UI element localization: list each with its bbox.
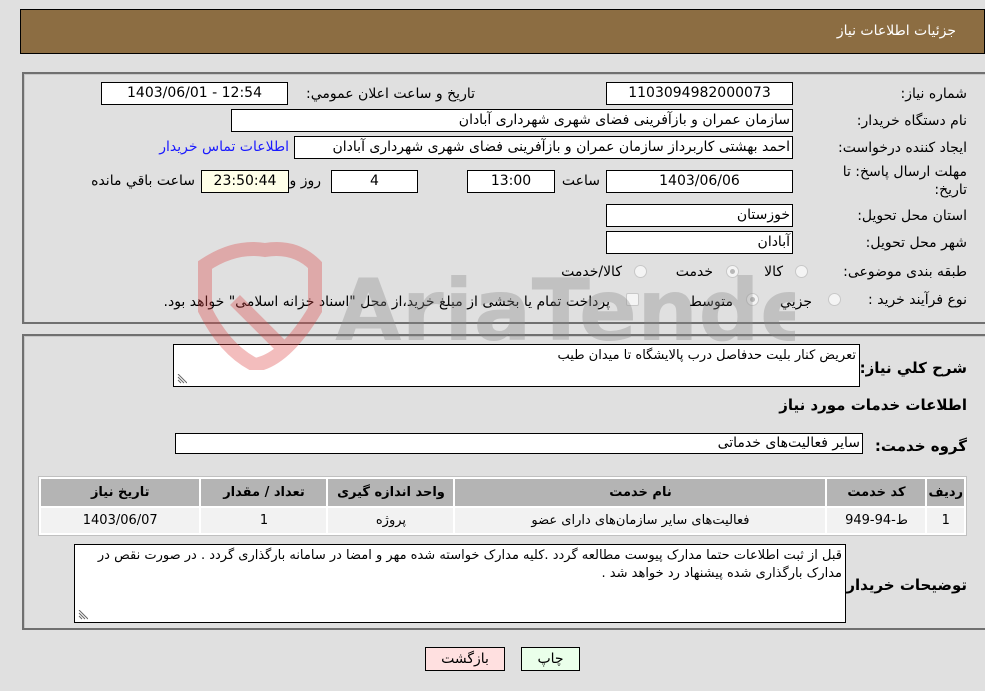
service-group-field: ساير فعاليت‌های خدماتی — [175, 433, 863, 454]
cell-service-name: فعاليت‌های ساير سازمان‌های دارای عضو — [455, 508, 826, 533]
category-option-service: خدمت — [675, 264, 713, 280]
cell-row-number: 1 — [927, 508, 964, 533]
buyer-notes-textarea[interactable]: قبل از ثبت اطلاعات حتما مدارک پيوست مطال… — [74, 544, 846, 623]
city-label: شهر محل تحويل: — [865, 235, 967, 251]
need-number-label: شماره نياز: — [900, 86, 968, 102]
col-header-service-code: کد خدمت — [827, 479, 926, 506]
buyer-notes-label: توضيحات خريدار: — [840, 576, 967, 594]
summary-label: شرح کلي نياز: — [859, 359, 967, 377]
treasury-checkbox[interactable] — [626, 293, 639, 306]
remaining-time-field: 23:50:44 — [201, 170, 289, 193]
col-header-quantity: تعداد / مقدار — [201, 479, 327, 506]
cell-need-date: 1403/06/07 — [41, 508, 200, 533]
process-label: نوع فرآيند خريد : — [868, 292, 967, 308]
col-header-service-name: نام خدمت — [455, 479, 826, 506]
process-option-medium: متوسط — [689, 294, 733, 310]
requester-label: ايجاد کننده درخواست: — [838, 140, 967, 156]
need-number-field: 1103094982000073 — [606, 82, 793, 105]
category-option-goods-service: کالا/خدمت — [561, 264, 622, 280]
category-label: طبقه بندی موضوعی: — [843, 264, 967, 280]
service-group-label: گروه خدمت: — [874, 437, 967, 455]
category-radio-service[interactable] — [726, 265, 739, 278]
summary-textarea[interactable]: تعريض کنار بليت حدفاصل درب پالايشگاه تا … — [173, 344, 860, 387]
buyer-org-label: نام دستگاه خريدار: — [856, 113, 967, 129]
category-radio-goods[interactable] — [795, 265, 808, 278]
process-radio-minor[interactable] — [828, 293, 841, 306]
cell-service-code: ط-94-949 — [827, 508, 926, 533]
announce-field: 1403/06/01 - 12:54 — [101, 82, 288, 105]
table-header-row: رديف کد خدمت نام خدمت واحد اندازه گيری ت… — [41, 479, 964, 506]
remaining-time-label: ساعت باقي مانده — [91, 173, 195, 189]
deadline-time-field: 13:00 — [467, 170, 555, 193]
deadline-label-2: تاريخ: — [934, 182, 967, 198]
page-header: جزئيات اطلاعات نياز — [20, 9, 985, 54]
resize-handle-icon[interactable] — [78, 610, 88, 620]
city-field: آبادان — [606, 231, 793, 254]
back-button[interactable]: بازگشت — [425, 647, 505, 671]
col-header-row-number: رديف — [927, 479, 964, 506]
requester-field: احمد بهشتی کاربرداز سازمان عمران و بازآف… — [294, 136, 793, 159]
category-radio-goods-service[interactable] — [634, 265, 647, 278]
days-remaining-field: 4 — [331, 170, 418, 193]
services-heading: اطلاعات خدمات مورد نياز — [779, 396, 967, 414]
print-button[interactable]: چاپ — [521, 647, 580, 671]
buyer-contact-link[interactable]: اطلاعات تماس خريدار — [159, 139, 289, 155]
summary-text: تعريض کنار بليت حدفاصل درب پالايشگاه تا … — [557, 348, 857, 363]
cell-quantity: 1 — [201, 508, 327, 533]
buyer-org-field: سازمان عمران و بازآفرينی فضای شهری شهردا… — [231, 109, 793, 132]
services-table: رديف کد خدمت نام خدمت واحد اندازه گيری ت… — [38, 476, 967, 536]
table-row: 1 ط-94-949 فعاليت‌های ساير سازمان‌های دا… — [41, 508, 964, 533]
announce-label: تاريخ و ساعت اعلان عمومي: — [306, 86, 475, 102]
treasury-checkbox-label: پرداخت تمام يا بخشی از مبلغ خريد،از محل … — [163, 294, 610, 310]
buyer-notes-text: قبل از ثبت اطلاعات حتما مدارک پيوست مطال… — [97, 548, 842, 581]
process-radio-medium[interactable] — [746, 293, 759, 306]
deadline-time-label: ساعت — [561, 173, 600, 189]
deadline-date-field: 1403/06/06 — [606, 170, 793, 193]
page-title: جزئيات اطلاعات نياز — [836, 23, 956, 39]
cell-unit: پروژه — [328, 508, 454, 533]
deadline-label-1: مهلت ارسال پاسخ: تا — [842, 164, 967, 180]
province-label: استان محل تحويل: — [857, 208, 967, 224]
col-header-need-date: تاريخ نياز — [41, 479, 200, 506]
resize-handle-icon[interactable] — [177, 374, 187, 384]
process-option-minor: جزيي — [780, 294, 812, 310]
col-header-unit: واحد اندازه گيری — [328, 479, 454, 506]
category-option-goods: کالا — [764, 264, 783, 280]
province-field: خوزستان — [606, 204, 793, 227]
days-label: روز و — [289, 173, 322, 189]
